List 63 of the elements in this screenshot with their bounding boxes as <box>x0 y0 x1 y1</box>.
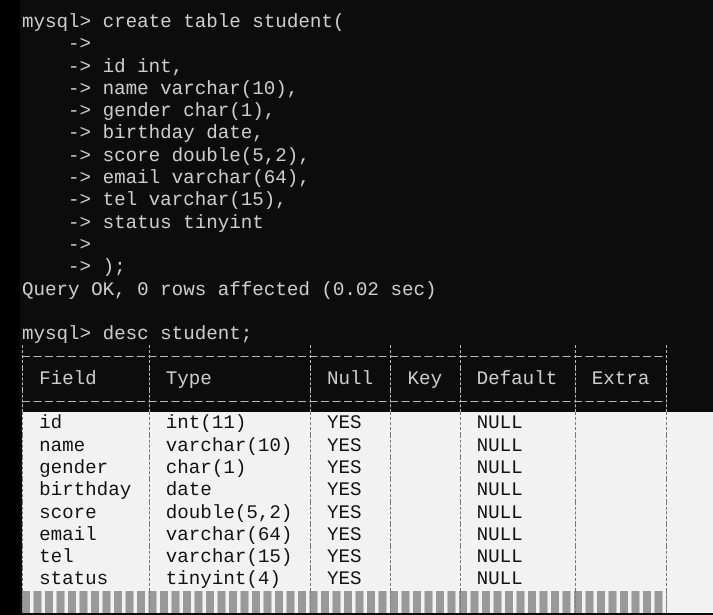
table-cell: name <box>39 434 86 457</box>
command-text: score double(5,2), <box>102 144 310 168</box>
table-cell: NULL <box>476 524 523 546</box>
table-cell: NULL <box>476 434 523 457</box>
table-cell: YES <box>326 434 362 457</box>
prompt-text: -> <box>68 256 92 279</box>
column-header: Field <box>39 368 97 390</box>
prompt-text: -> <box>68 122 92 145</box>
prompt-text: -> <box>68 189 92 212</box>
table-cell: YES <box>326 412 362 434</box>
command-text: id int, <box>102 56 184 78</box>
table-cell: varchar(15) <box>166 546 292 568</box>
prompt-text: -> <box>68 234 92 256</box>
command-text: status tinyint <box>102 212 264 234</box>
table-cell: NULL <box>476 568 523 590</box>
table-cell: date <box>166 479 212 502</box>
prompt-text: mysql> <box>22 323 92 346</box>
table-cell: NULL <box>476 479 523 502</box>
column-header: Null <box>326 368 374 390</box>
table-cell: gender <box>39 456 108 479</box>
table-cell: YES <box>326 546 362 568</box>
table-cell: NULL <box>476 546 523 568</box>
command-text: create table student( <box>102 11 344 34</box>
prompt-text: -> <box>68 212 92 234</box>
prompt-text: -> <box>68 100 92 122</box>
table-cell: NULL <box>476 456 523 479</box>
table-cell: email <box>39 524 97 546</box>
table-cell: tel <box>39 546 74 568</box>
command-text: desc student; <box>102 323 252 346</box>
table-cell: status <box>39 568 108 590</box>
table-cell: int(11) <box>166 412 246 434</box>
table-cell: NULL <box>476 412 523 434</box>
table-cell: YES <box>326 456 362 479</box>
table-cell: score <box>39 502 97 524</box>
column-header: Type <box>166 368 212 390</box>
output-text: Query OK, 0 rows affected (0.02 sec) <box>22 278 437 301</box>
table-cell: tinyint(4) <box>166 568 281 590</box>
table-cell: double(5,2) <box>166 502 292 524</box>
table-cell: birthday <box>39 479 132 502</box>
table-cell: YES <box>326 568 362 590</box>
prompt-text: mysql> <box>22 11 92 34</box>
prompt-text: -> <box>68 78 92 100</box>
table-cell: YES <box>326 502 362 524</box>
prompt-text: -> <box>68 167 92 190</box>
command-text: name varchar(10), <box>102 78 298 100</box>
table-cell: varchar(10) <box>166 434 292 457</box>
table-cell: YES <box>326 479 362 502</box>
column-header: Extra <box>592 368 650 390</box>
column-header: Default <box>476 368 558 390</box>
table-cell: id <box>39 412 62 434</box>
prompt-text: -> <box>68 33 92 56</box>
table-cell: NULL <box>476 502 523 524</box>
table-cell: YES <box>326 524 362 546</box>
command-text: birthday date, <box>102 122 264 145</box>
column-header: Key <box>408 368 442 390</box>
command-text: gender char(1), <box>102 100 276 122</box>
command-text: email varchar(64), <box>102 167 310 190</box>
table-cell: char(1) <box>166 456 246 479</box>
command-text: ); <box>102 256 126 279</box>
command-text: tel varchar(15), <box>102 189 287 212</box>
prompt-text: -> <box>68 56 92 78</box>
prompt-text: -> <box>68 144 92 168</box>
table-cell: varchar(64) <box>166 524 292 546</box>
